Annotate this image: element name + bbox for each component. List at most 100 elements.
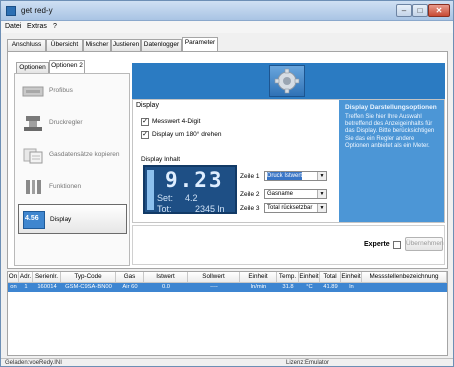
lcd-side-bar [147,170,154,210]
tab-mischer[interactable]: Mischer [83,39,111,51]
option-gasdatensaetze[interactable]: Gasdatensätze kopieren [18,140,127,170]
column-header-sollwert[interactable]: Sollwert [188,272,240,283]
messwert-4digit-checkbox[interactable]: ✓ [141,118,149,126]
column-header-messstellenbezeichnung[interactable]: Messstellenbezeichnung [362,272,447,283]
copy-gas-data-icon [22,146,44,164]
option-label: Display [50,216,72,223]
tab-anschluss[interactable]: Anschluss [7,39,46,51]
display-settings-panel: Display ✓ Messwert 4-Digit ✓ Display um … [132,99,445,223]
lcd-tot-value: 2345 ln [195,204,225,214]
column-header-total[interactable]: Total [320,272,341,283]
column-header-istwert[interactable]: Istwert [144,272,188,283]
lcd-tot-label: Tot: [157,204,172,214]
cell-sollwert: ---- [210,284,218,290]
zeile-3-value: Total rücksetzbar [267,205,313,211]
tab-optionen-1[interactable]: Optionen 1 [16,62,49,80]
maximize-button[interactable]: □ [412,4,428,17]
minimize-button[interactable]: – [396,4,412,17]
table-row[interactable]: on 1 160014 GSM-C9SA-BN00 Air 60 0.0 ---… [8,283,447,292]
device-table: On Adr. Serienlr. Typ-Code Gas Istwert S… [7,271,448,356]
info-panel: Display Darstellungsoptionen Treffen Sie… [339,100,444,222]
status-loaded-file: Geladen:voeRedy.INI [5,360,62,366]
cell-istwert: 0.0 [161,284,171,290]
display-preview: 9.23 Set: 4.2 Tot: 2345 ln [143,165,237,214]
column-header-temp[interactable]: Temp. [277,272,299,283]
column-header-gas[interactable]: Gas [116,272,144,283]
option-label: Gasdatensätze kopieren [49,151,120,158]
lcd-set-label: Set: [157,193,174,203]
column-header-adr[interactable]: Adr. [19,272,33,283]
lcd-set-value: 4.2 [185,193,198,203]
cell-total-einheit: ln [349,284,354,290]
menu-help[interactable]: ? [53,23,57,30]
profibus-icon [22,82,44,100]
option-label: Profibus [49,87,73,94]
title-bar: get red-y – □ ✕ [1,1,453,21]
zeile-1-value: Druck Istwert [267,172,303,180]
cell-messstellenbezeichnung [362,283,447,292]
display-heading: Display [136,102,159,109]
column-header-on[interactable]: On [8,272,19,283]
tab-justieren[interactable]: Justieren [111,39,141,51]
rotate-display-checkbox[interactable]: ✓ [141,131,149,139]
option-label: Druckregler [49,119,83,126]
menu-datei[interactable]: Datei [5,23,21,30]
column-header-total-einheit[interactable]: Einheit [341,272,362,283]
display-icon: 4.56 [23,211,45,229]
cell-serienlr: 160014 [37,284,57,290]
info-title: Display Darstellungsoptionen [345,104,437,111]
column-header-temp-einheit[interactable]: Einheit [299,272,320,283]
chevron-down-icon[interactable]: ▼ [317,204,326,212]
tab-optionen-2[interactable]: Optionen 2 [49,60,85,73]
cell-on: on [10,284,17,290]
option-funktionen[interactable]: Funktionen [18,172,127,202]
options-footer: Experte Übernehmen [132,225,445,265]
tab-parameter[interactable]: Parameter [182,37,218,51]
cell-typ-code: GSM-C9SA-BN00 [65,284,112,290]
main-tabs: Anschluss Übersicht Mischer Justieren Da… [7,37,447,51]
window-title: get red-y [21,6,53,15]
app-icon [6,6,16,16]
option-profibus[interactable]: Profibus [18,76,127,106]
lcd-main-value: 9.23 [165,168,224,192]
cell-einheit: ln/min [250,284,267,290]
info-text: Treffen Sie hier Ihre Auswahl betreffend… [345,114,435,149]
option-label: Funktionen [49,183,82,190]
uebernehmen-button[interactable]: Übernehmen [405,237,444,251]
cell-adr: 1 [24,284,28,290]
display-icon-text: 4.56 [25,215,39,222]
experte-checkbox[interactable] [393,241,401,249]
functions-icon [22,178,44,196]
rotate-display-label: Display um 180° drehen [152,131,222,138]
cell-total: 41.89 [323,284,338,290]
cell-temp: 31.8 [282,284,294,290]
options-banner [132,63,445,99]
column-header-typ-code[interactable]: Typ-Code [61,272,116,283]
zeile-2-value: Gasname [267,191,294,197]
options-list: Profibus Druckregler Gasdatensätze kopie… [14,73,130,266]
messwert-4digit-label: Messwert 4-Digit [152,118,201,125]
column-header-einheit[interactable]: Einheit [240,272,277,283]
zeile-2-select[interactable]: Gasname ▼ [264,189,327,199]
tab-datenlogger[interactable]: Datenlogger [141,39,182,51]
chevron-down-icon[interactable]: ▼ [317,172,326,180]
pressure-regulator-icon [22,114,44,132]
close-button[interactable]: ✕ [428,4,450,17]
menu-bar: Datei Extras ? [1,21,453,33]
experte-label: Experte [364,241,390,248]
column-header-serienlr[interactable]: Serienlr. [33,272,61,283]
cell-temp-einheit: °C [306,284,313,290]
option-display[interactable]: 4.56 Display [18,204,127,234]
zeile-3-select[interactable]: Total rücksetzbar ▼ [264,203,327,213]
zeile-3-label: Zeile 3 [240,205,260,212]
status-license: Lizenz:Emulator [286,360,330,366]
zeile-1-label: Zeile 1 [240,173,260,180]
tab-uebersicht[interactable]: Übersicht [46,39,83,51]
chevron-down-icon[interactable]: ▼ [317,190,326,198]
cell-gas: Air 60 [122,284,138,290]
zeile-1-select[interactable]: Druck Istwert ▼ [264,171,327,181]
option-druckregler[interactable]: Druckregler [18,108,127,138]
app-window: get red-y – □ ✕ Datei Extras ? Anschluss… [0,0,454,367]
display-inhalt-label: Display Inhalt [141,156,181,163]
menu-extras[interactable]: Extras [27,23,47,30]
